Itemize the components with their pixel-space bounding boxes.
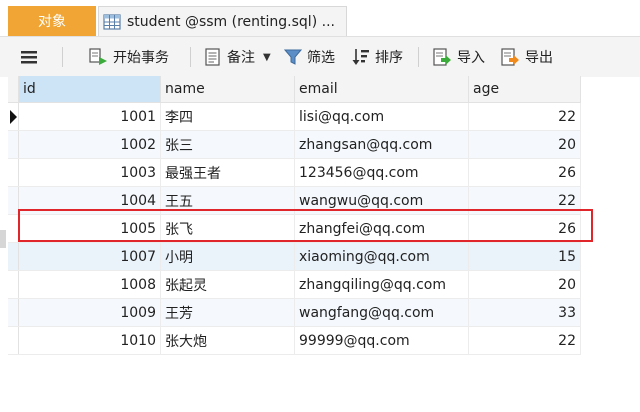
current-row-arrow-icon	[10, 110, 17, 124]
cell-id[interactable]: 1005	[18, 214, 161, 243]
column-header-age[interactable]: age	[468, 76, 581, 103]
cell-email[interactable]: wangwu@qq.com	[294, 186, 469, 215]
cell-age[interactable]: 22	[468, 102, 581, 131]
cell-age[interactable]: 15	[468, 242, 581, 271]
row-indicator	[8, 242, 19, 271]
cell-name[interactable]: 张飞	[160, 214, 295, 243]
table-row[interactable]: 1003 最强王者 123456@qq.com 26	[8, 158, 581, 187]
import-label: 导入	[457, 50, 485, 66]
cell-name[interactable]: 最强王者	[160, 158, 295, 187]
cell-age[interactable]: 22	[468, 186, 581, 215]
table-icon	[103, 13, 121, 30]
export-button[interactable]: 导出	[500, 37, 553, 77]
cell-age[interactable]: 20	[468, 270, 581, 299]
sort-button[interactable]: 排序	[352, 37, 403, 77]
toolbar-separator	[190, 47, 191, 67]
table-row[interactable]: 1007 小明 xiaoming@qq.com 15	[8, 242, 581, 271]
table-row[interactable]: 1002 张三 zhangsan@qq.com 20	[8, 130, 581, 159]
export-icon	[501, 48, 519, 66]
row-indicator	[8, 186, 19, 215]
note-button[interactable]: 备注 ▼	[204, 37, 271, 77]
table-row[interactable]: 1001 李四 lisi@qq.com 22	[8, 102, 581, 131]
cell-email[interactable]: zhangfei@qq.com	[294, 214, 469, 243]
cell-age[interactable]: 26	[468, 158, 581, 187]
left-edge-handle	[0, 230, 6, 248]
tab-student-label: student @ssm (renting.sql) ...	[127, 13, 335, 30]
cell-email[interactable]: wangfang@qq.com	[294, 298, 469, 327]
begin-transaction-label: 开始事务	[113, 50, 169, 66]
toolbar-separator	[62, 47, 63, 67]
cell-name[interactable]: 王五	[160, 186, 295, 215]
cell-id[interactable]: 1001	[18, 102, 161, 131]
column-header-id[interactable]: id	[18, 76, 161, 103]
cell-name[interactable]: 王芳	[160, 298, 295, 327]
import-icon	[433, 48, 451, 66]
sort-icon	[352, 49, 369, 65]
cell-id[interactable]: 1004	[18, 186, 161, 215]
tab-bar: 对象 student @ssm (renting.sql) ...	[0, 0, 640, 36]
export-label: 导出	[525, 50, 553, 66]
row-indicator	[8, 102, 19, 131]
column-header-name[interactable]: name	[160, 76, 295, 103]
toolbar: 开始事务 备注 ▼ 筛选 排序 导入 导出	[0, 36, 640, 77]
row-indicator	[8, 130, 19, 159]
table-row[interactable]: 1010 张大炮 99999@qq.com 22	[8, 326, 581, 355]
row-indicator-header	[8, 76, 19, 103]
begin-transaction-icon	[89, 48, 107, 65]
cell-id[interactable]: 1008	[18, 270, 161, 299]
tab-student-table[interactable]: student @ssm (renting.sql) ...	[98, 6, 347, 36]
cell-email[interactable]: xiaoming@qq.com	[294, 242, 469, 271]
tab-objects-label: 对象	[38, 14, 66, 30]
cell-id[interactable]: 1003	[18, 158, 161, 187]
table-row[interactable]: 1009 王芳 wangfang@qq.com 33	[8, 298, 581, 327]
table-row[interactable]: 1004 王五 wangwu@qq.com 22	[8, 186, 581, 215]
table-header-row: id name email age	[8, 76, 581, 103]
sort-label: 排序	[375, 50, 403, 66]
cell-age[interactable]: 26	[468, 214, 581, 243]
cell-age[interactable]: 22	[468, 326, 581, 355]
cell-age[interactable]: 33	[468, 298, 581, 327]
filter-button[interactable]: 筛选	[284, 37, 335, 77]
row-indicator	[8, 326, 19, 355]
cell-name[interactable]: 张三	[160, 130, 295, 159]
data-grid: id name email age 1001 李四 lisi@qq.com 22…	[8, 76, 581, 355]
note-icon	[205, 48, 220, 66]
cell-email[interactable]: 99999@qq.com	[294, 326, 469, 355]
hamburger-menu-icon	[21, 51, 37, 64]
student-table: id name email age 1001 李四 lisi@qq.com 22…	[8, 76, 581, 355]
column-header-email[interactable]: email	[294, 76, 469, 103]
cell-name[interactable]: 张大炮	[160, 326, 295, 355]
cell-name[interactable]: 李四	[160, 102, 295, 131]
cell-id[interactable]: 1010	[18, 326, 161, 355]
cell-email[interactable]: zhangqiling@qq.com	[294, 270, 469, 299]
cell-age[interactable]: 20	[468, 130, 581, 159]
table-row[interactable]: 1005 张飞 zhangfei@qq.com 26	[8, 214, 581, 243]
table-row[interactable]: 1008 张起灵 zhangqiling@qq.com 20	[8, 270, 581, 299]
row-indicator	[8, 214, 19, 243]
chevron-down-icon: ▼	[263, 51, 271, 63]
filter-label: 筛选	[307, 50, 335, 66]
cell-email[interactable]: zhangsan@qq.com	[294, 130, 469, 159]
cell-name[interactable]: 张起灵	[160, 270, 295, 299]
cell-id[interactable]: 1007	[18, 242, 161, 271]
cell-email[interactable]: 123456@qq.com	[294, 158, 469, 187]
menu-button[interactable]	[20, 37, 38, 77]
tab-objects[interactable]: 对象	[8, 6, 96, 36]
cell-name[interactable]: 小明	[160, 242, 295, 271]
cell-email[interactable]: lisi@qq.com	[294, 102, 469, 131]
row-indicator	[8, 298, 19, 327]
note-label: 备注	[227, 50, 255, 66]
row-indicator	[8, 158, 19, 187]
cell-id[interactable]: 1002	[18, 130, 161, 159]
cell-id[interactable]: 1009	[18, 298, 161, 327]
row-indicator	[8, 270, 19, 299]
filter-icon	[284, 49, 302, 65]
import-button[interactable]: 导入	[432, 37, 485, 77]
toolbar-separator	[418, 47, 419, 67]
begin-transaction-button[interactable]: 开始事务	[88, 37, 169, 77]
